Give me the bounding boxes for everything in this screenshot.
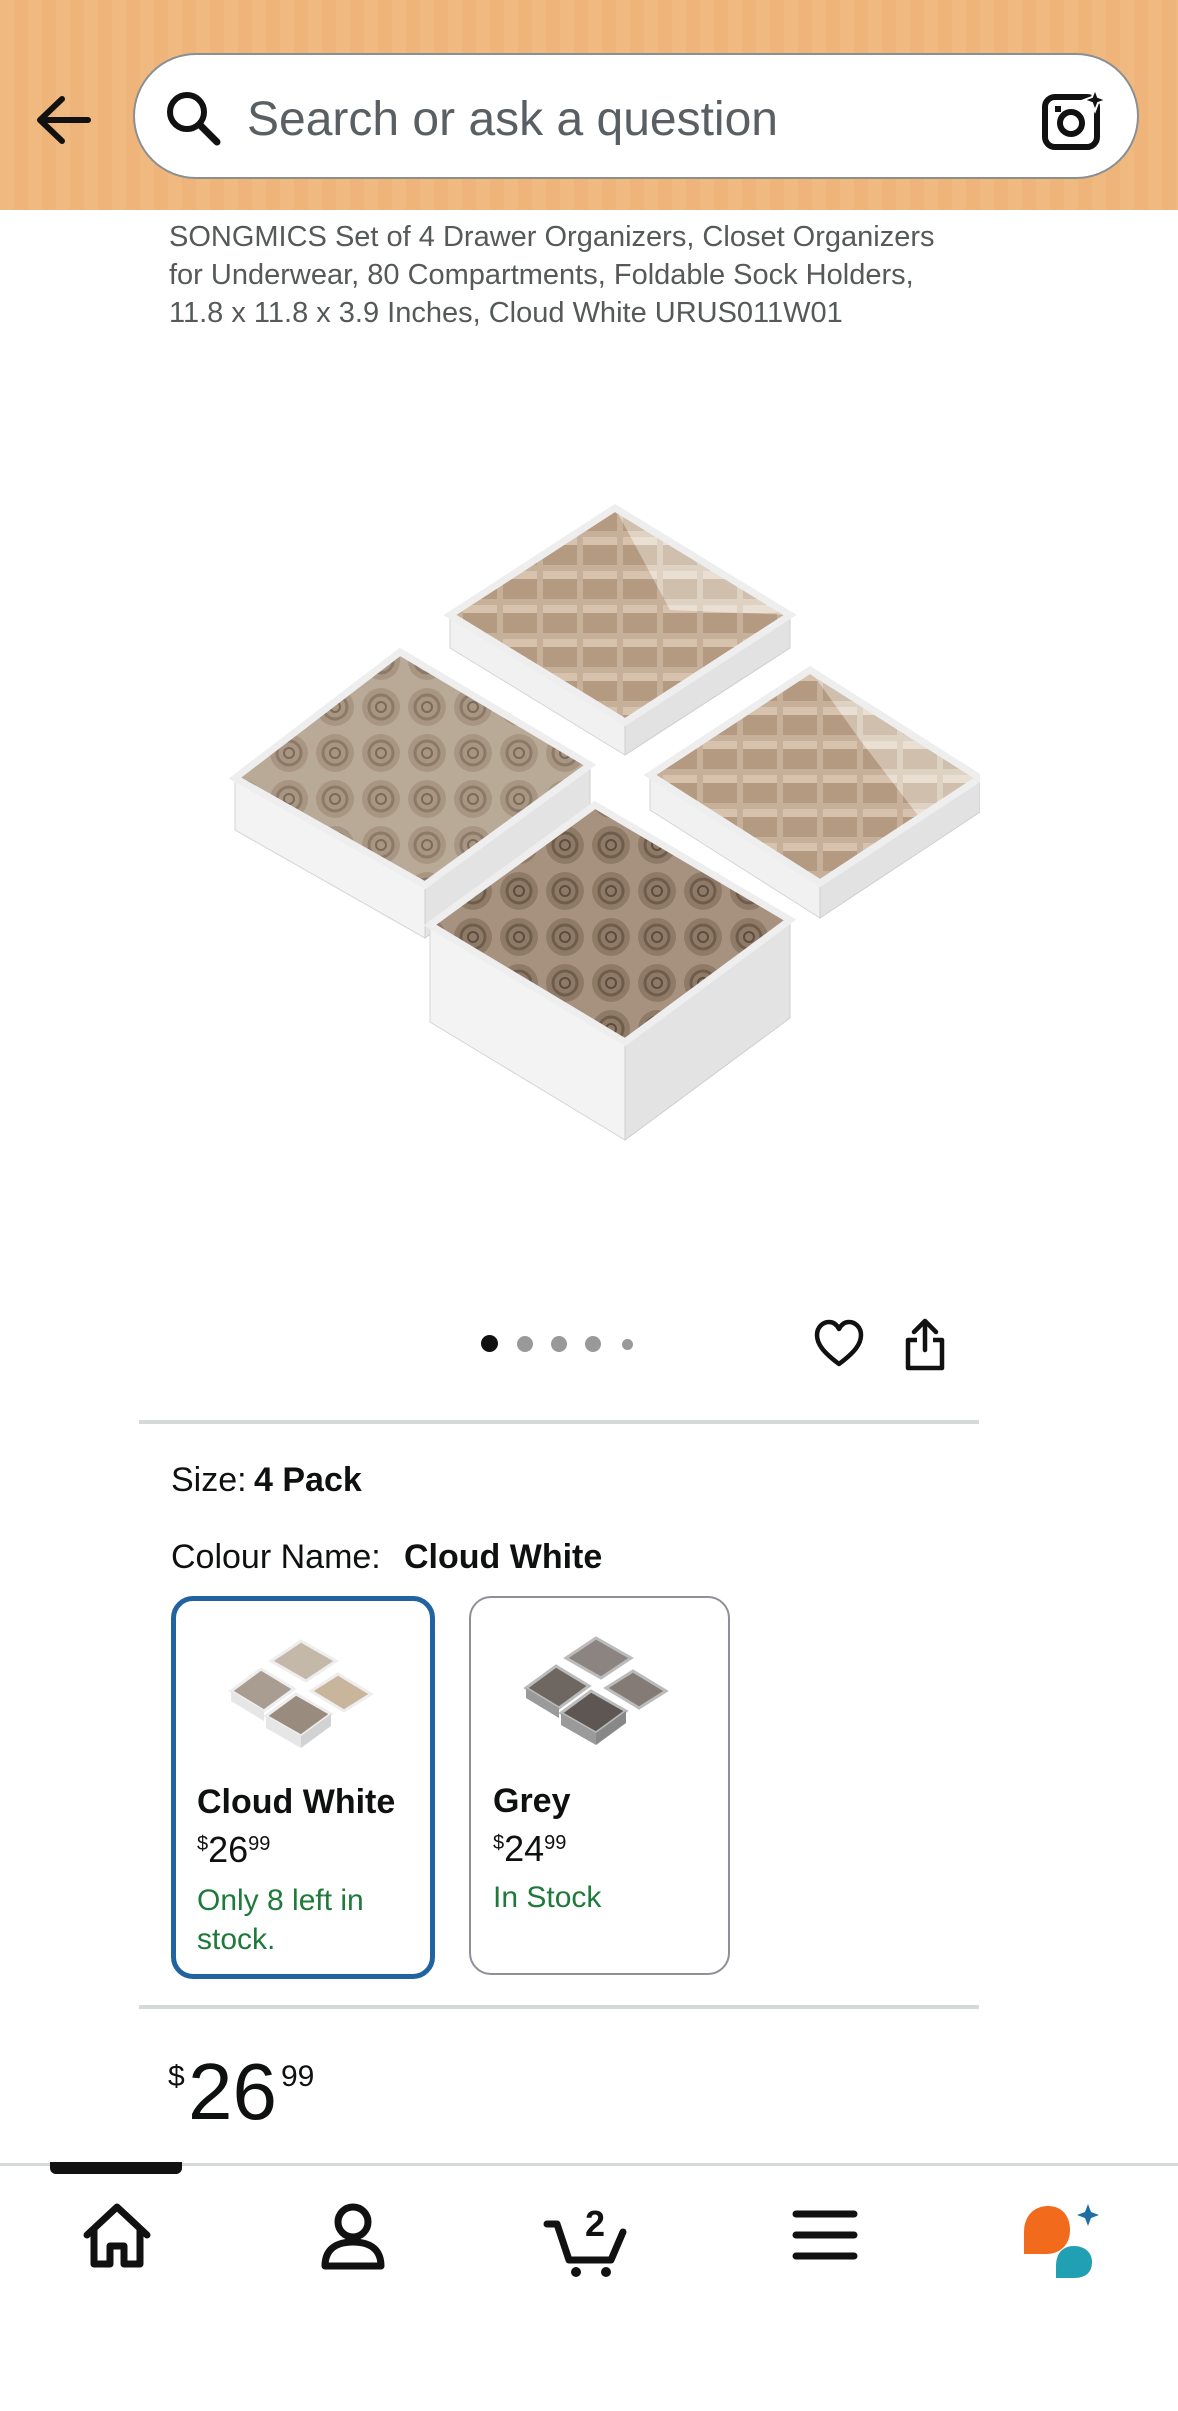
image-dot-active[interactable] [481,1335,498,1352]
colour-label: Colour Name: [171,1538,381,1576]
heart-icon[interactable] [813,1318,865,1370]
image-dot[interactable] [622,1339,633,1350]
swatch-price: $2499 [493,1828,567,1869]
swatch-cloud-white[interactable]: Cloud White $2699 Only 8 left in stock. [171,1596,435,1979]
size-label: Size: [171,1461,247,1499]
search-input[interactable] [245,83,1029,155]
swatch-thumbnail [523,1636,669,1745]
app-header [0,0,1178,210]
back-arrow-icon[interactable] [30,85,100,155]
home-icon[interactable] [72,2190,162,2280]
divider [139,1420,979,1424]
colour-value: Cloud White [404,1538,603,1576]
swatch-grey[interactable]: Grey $2499 In Stock [469,1596,730,1975]
rufus-assistant-icon[interactable] [1016,2190,1106,2280]
swatch-stock: Only 8 left in stock. [197,1884,364,1956]
camera-search-icon[interactable] [1041,87,1107,153]
divider [139,2005,979,2009]
product-title[interactable]: SONGMICS Set of 4 Drawer Organizers, Clo… [169,218,969,332]
swatch-price: $2699 [197,1829,271,1870]
image-dot[interactable] [551,1336,567,1352]
share-icon[interactable] [903,1316,947,1372]
active-tab-indicator [50,2162,182,2174]
swatch-name: Grey [493,1782,571,1820]
search-bar[interactable] [133,53,1139,179]
cart-icon[interactable]: 2 [543,2190,633,2280]
menu-icon[interactable] [780,2190,870,2280]
product-image[interactable] [220,500,980,1150]
size-value: 4 Pack [254,1461,362,1499]
swatch-name: Cloud White [197,1783,396,1821]
image-dot[interactable] [517,1336,533,1352]
swatch-stock: In Stock [493,1881,602,1914]
swatch-thumbnail [228,1639,374,1748]
image-dot[interactable] [585,1336,601,1352]
account-icon[interactable] [308,2190,398,2280]
search-icon [167,92,221,146]
cart-count: 2 [585,2203,605,2244]
